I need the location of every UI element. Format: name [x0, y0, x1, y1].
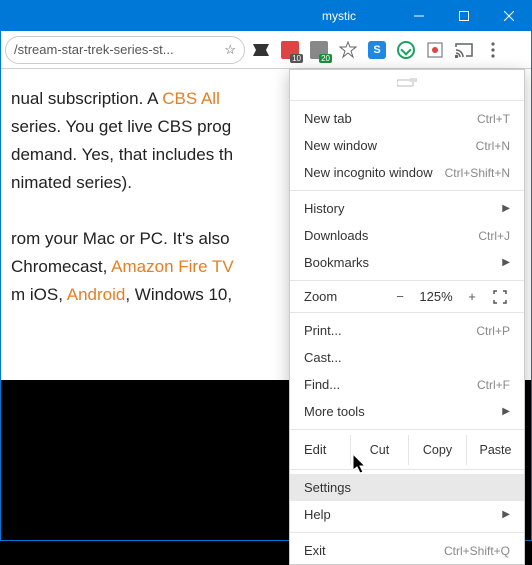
menu-print[interactable]: Print...Ctrl+P — [290, 317, 524, 344]
extension-icon-3[interactable]: 20 — [306, 37, 332, 63]
chevron-right-icon: ▶ — [502, 203, 510, 214]
chevron-right-icon: ▶ — [502, 406, 510, 417]
zoom-in-button[interactable]: + — [458, 289, 486, 304]
chevron-right-icon: ▶ — [502, 509, 510, 520]
cast-icon[interactable] — [451, 37, 477, 63]
menu-downloads[interactable]: DownloadsCtrl+J — [290, 222, 524, 249]
menu-history[interactable]: History▶ — [290, 195, 524, 222]
menu-edit-row: Edit Cut Copy Paste — [290, 434, 524, 465]
menu-cast[interactable]: Cast... — [290, 344, 524, 371]
extension-icon-7[interactable] — [422, 37, 448, 63]
chevron-right-icon: ▶ — [502, 257, 510, 268]
menu-settings[interactable]: Settings — [290, 474, 524, 501]
chrome-menu-button[interactable] — [480, 37, 506, 63]
fullscreen-button[interactable] — [486, 290, 514, 304]
link-cbs[interactable]: CBS All — [162, 89, 220, 108]
link-android[interactable]: Android — [67, 285, 126, 304]
window-title: mystic — [322, 9, 356, 23]
extension-icon-1[interactable] — [248, 37, 274, 63]
menu-find[interactable]: Find...Ctrl+F — [290, 371, 524, 398]
titlebar: mystic — [1, 1, 531, 31]
menu-new-tab[interactable]: New tabCtrl+T — [290, 105, 524, 132]
link-amazon[interactable]: Amazon Fire TV — [111, 257, 234, 276]
extension-icon-4[interactable] — [335, 37, 361, 63]
edit-copy-button[interactable]: Copy — [408, 435, 466, 465]
url-text: /stream-star-trek-series-st... — [14, 42, 174, 57]
bookmark-star-icon[interactable]: ☆ — [224, 42, 236, 58]
chrome-menu: New tabCtrl+T New windowCtrl+N New incog… — [289, 69, 525, 565]
address-bar[interactable]: /stream-star-trek-series-st... ☆ — [5, 36, 245, 64]
browser-toolbar: /stream-star-trek-series-st... ☆ 10 20 S — [1, 31, 531, 69]
menu-more-tools[interactable]: More tools▶ — [290, 398, 524, 425]
zoom-value: 125% — [414, 289, 458, 304]
extension-icon-5[interactable]: S — [364, 37, 390, 63]
menu-help[interactable]: Help▶ — [290, 501, 524, 528]
menu-exit[interactable]: ExitCtrl+Shift+Q — [290, 537, 524, 564]
extension-icon-2[interactable]: 10 — [277, 37, 303, 63]
maximize-button[interactable] — [441, 1, 486, 31]
close-button[interactable] — [486, 1, 531, 31]
edit-cut-button[interactable]: Cut — [350, 435, 408, 465]
menu-spacer — [290, 70, 524, 96]
menu-new-window[interactable]: New windowCtrl+N — [290, 132, 524, 159]
menu-zoom-row: Zoom − 125% + — [290, 285, 524, 308]
zoom-out-button[interactable]: − — [386, 289, 414, 304]
menu-new-incognito[interactable]: New incognito windowCtrl+Shift+N — [290, 159, 524, 186]
window-controls — [396, 1, 531, 31]
minimize-button[interactable] — [396, 1, 441, 31]
menu-bookmarks[interactable]: Bookmarks▶ — [290, 249, 524, 276]
edit-paste-button[interactable]: Paste — [466, 435, 524, 465]
extension-icon-6[interactable] — [393, 37, 419, 63]
